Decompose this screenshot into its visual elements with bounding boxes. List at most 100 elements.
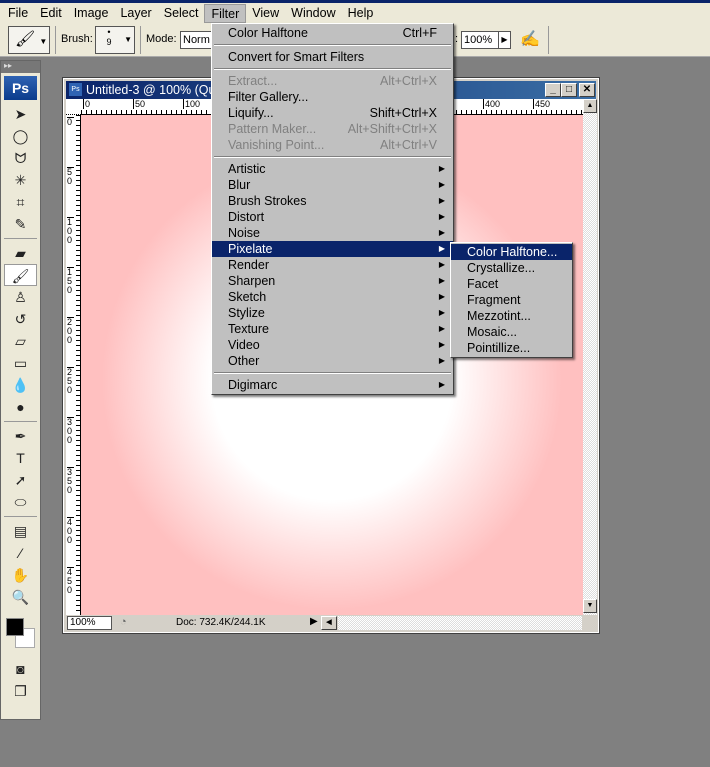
filter-menu-item-blur[interactable]: Blur ▶: [212, 177, 453, 193]
minimize-button[interactable]: _: [545, 83, 561, 97]
filter-menu-item-color-halftone[interactable]: Color Halftone Ctrl+F: [212, 25, 453, 41]
divider: [4, 238, 37, 239]
slice-tool-icon[interactable]: ✎: [1, 213, 40, 235]
menu-view[interactable]: View: [246, 4, 285, 23]
filter-menu-item-render[interactable]: Render ▶: [212, 257, 453, 273]
menu-layer[interactable]: Layer: [114, 4, 157, 23]
brush-picker[interactable]: • 9 ▼: [95, 26, 135, 54]
divider: [548, 26, 549, 54]
menu-window[interactable]: Window: [285, 4, 341, 23]
quick-mask-icon[interactable]: ◙: [1, 658, 40, 680]
scroll-left-button[interactable]: ◀: [321, 616, 337, 630]
menu-file[interactable]: File: [2, 4, 34, 23]
submenu-arrow-icon: ▶: [438, 196, 445, 205]
filter-menu-item-sharpen[interactable]: Sharpen ▶: [212, 273, 453, 289]
ruler-top-label: 450: [533, 99, 551, 109]
filter-menu-item-pattern-maker: Pattern Maker... Alt+Shift+Ctrl+X: [212, 121, 453, 137]
hand-tool-icon[interactable]: ✋: [1, 564, 40, 586]
marquee-tool-icon[interactable]: ◯: [1, 125, 40, 147]
filter-menu-item-distort[interactable]: Distort ▶: [212, 209, 453, 225]
filter-menu-item-texture[interactable]: Texture ▶: [212, 321, 453, 337]
submenu-arrow-icon: ▶: [438, 164, 445, 173]
path-selection-tool-icon[interactable]: ➚: [1, 469, 40, 491]
pen-tool-icon[interactable]: ✒: [1, 425, 40, 447]
pixelate-item-fragment[interactable]: Fragment: [451, 292, 572, 308]
filter-menu-item-filter-gallery[interactable]: Filter Gallery...: [212, 89, 453, 105]
move-tool-icon[interactable]: ➤: [1, 103, 40, 125]
menu-filter[interactable]: Filter: [204, 3, 247, 23]
ruler-left-label: 200: [67, 317, 74, 345]
foreground-color-swatch[interactable]: [6, 618, 24, 636]
brush-label: Brush:: [61, 33, 93, 45]
menu-edit[interactable]: Edit: [34, 4, 68, 23]
filter-menu-item-liquify[interactable]: Liquify... Shift+Ctrl+X: [212, 105, 453, 121]
filter-menu-item-artistic[interactable]: Artistic ▶: [212, 161, 453, 177]
shape-tool-icon[interactable]: ⬭: [1, 491, 40, 513]
horizontal-scrollbar[interactable]: [338, 616, 582, 630]
menu-select[interactable]: Select: [158, 4, 205, 23]
close-button[interactable]: ✕: [579, 83, 595, 97]
dodge-tool-icon[interactable]: ●: [1, 396, 40, 418]
menu-help[interactable]: Help: [342, 4, 380, 23]
magic-wand-tool-icon[interactable]: ✳: [1, 169, 40, 191]
crop-tool-icon[interactable]: ⌗: [1, 191, 40, 213]
pixelate-item-mezzotint[interactable]: Mezzotint...: [451, 308, 572, 324]
filter-menu-item-digimarc[interactable]: Digimarc ▶: [212, 377, 453, 393]
filter-menu-item-sketch[interactable]: Sketch ▶: [212, 289, 453, 305]
submenu-arrow-icon: ▶: [438, 212, 445, 221]
pixelate-item-crystallize[interactable]: Crystallize...: [451, 260, 572, 276]
submenu-arrow-icon: ▶: [438, 324, 445, 333]
healing-brush-tool-icon[interactable]: ▰: [1, 242, 40, 264]
clone-stamp-tool-icon[interactable]: ♙: [1, 286, 40, 308]
filter-menu-item-brush-strokes[interactable]: Brush Strokes ▶: [212, 193, 453, 209]
filter-menu-item-pixelate[interactable]: Pixelate ▶: [212, 241, 453, 257]
eraser-tool-icon[interactable]: ▱: [1, 330, 40, 352]
pixelate-item-facet[interactable]: Facet: [451, 276, 572, 292]
zoom-field[interactable]: 100%: [67, 616, 112, 630]
filter-menu-item-other[interactable]: Other ▶: [212, 353, 453, 369]
maximize-button[interactable]: □: [561, 83, 577, 97]
menu-item-label: Mezzotint...: [467, 309, 531, 323]
gradient-tool-icon[interactable]: ▭: [1, 352, 40, 374]
scroll-up-button[interactable]: ▲: [583, 99, 597, 113]
divider: [4, 516, 37, 517]
history-brush-tool-icon[interactable]: ↺: [1, 308, 40, 330]
ruler-origin[interactable]: [66, 99, 81, 115]
pixelate-item-mosaic[interactable]: Mosaic...: [451, 324, 572, 340]
blur-tool-icon[interactable]: 💧: [1, 374, 40, 396]
toolbox: ▸▸ Ps ➤ ◯ ᗢ ✳ ⌗ ✎ ▰ 🖌 ♙ ↺ ▱ ▭ 💧 ● ✒ T ➚ ⬭ ▤ ⁄ ✋ 🔍 ◙ ❐: [0, 60, 41, 720]
type-tool-icon[interactable]: T: [1, 447, 40, 469]
ps-logo[interactable]: Ps: [4, 76, 37, 100]
screen-mode-icon[interactable]: ❐: [1, 680, 40, 702]
brush-tool-icon[interactable]: 🖌: [4, 264, 37, 286]
menu-item-label: Vanishing Point...: [228, 138, 325, 152]
flow-field[interactable]: 100% ▶: [461, 31, 511, 49]
airbrush-icon[interactable]: ✍: [520, 29, 540, 49]
status-menu-arrow-icon[interactable]: ▶: [310, 616, 318, 627]
toolbox-grip-icon[interactable]: ▸▸: [1, 61, 40, 73]
eyedropper-tool-icon[interactable]: ⁄: [1, 542, 40, 564]
menu-separator: [214, 44, 451, 46]
tool-preset-picker[interactable]: 🖌 ▼: [8, 26, 50, 54]
lasso-tool-icon[interactable]: ᗢ: [1, 147, 40, 169]
pixelate-item-color-halftone[interactable]: Color Halftone...: [451, 244, 572, 260]
ruler-left-label: 300: [67, 417, 74, 445]
menu-item-label: Filter Gallery...: [228, 90, 309, 104]
menu-separator: [214, 68, 451, 70]
filter-menu-item-convert-for-smart-filters[interactable]: Convert for Smart Filters: [212, 49, 453, 65]
status-options-icon[interactable]: ◔: [120, 616, 127, 628]
vertical-scrollbar[interactable]: ▲ ▼: [583, 99, 597, 615]
filter-menu-item-stylize[interactable]: Stylize ▶: [212, 305, 453, 321]
filter-menu-item-video[interactable]: Video ▶: [212, 337, 453, 353]
menu-image[interactable]: Image: [68, 4, 115, 23]
submenu-arrow-icon: ▶: [438, 244, 445, 253]
zoom-tool-icon[interactable]: 🔍: [1, 586, 40, 608]
filter-menu-item-noise[interactable]: Noise ▶: [212, 225, 453, 241]
scroll-down-button[interactable]: ▼: [583, 599, 597, 613]
menu-item-label: Pointillize...: [467, 341, 531, 355]
menu-item-label: Pixelate: [228, 242, 273, 256]
menu-item-label: Artistic: [228, 162, 266, 176]
brush-size: 9: [106, 37, 112, 47]
notes-tool-icon[interactable]: ▤: [1, 520, 40, 542]
pixelate-item-pointillize[interactable]: Pointillize...: [451, 340, 572, 356]
